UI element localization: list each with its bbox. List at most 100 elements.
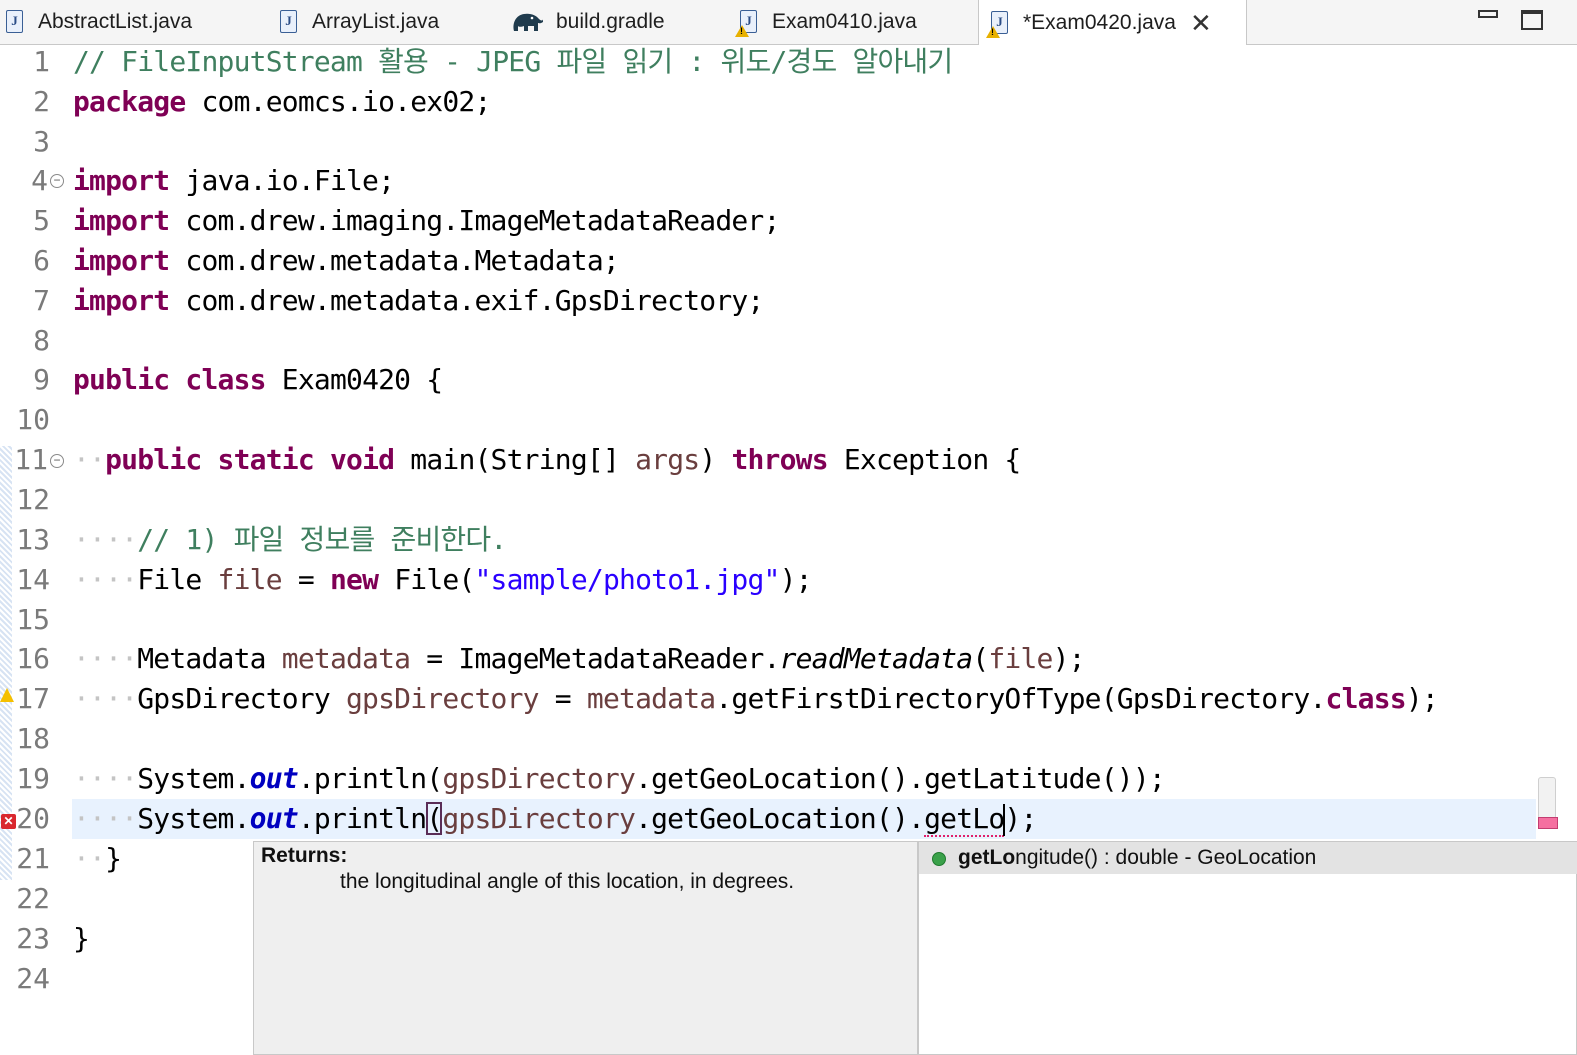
static-field: out <box>249 762 299 795</box>
keyword: throws <box>731 443 828 476</box>
fold-collapse-icon[interactable]: − <box>50 174 64 188</box>
code-text: = <box>297 563 315 596</box>
code-line-20: ····System.out.println(gpsDirectory.getG… <box>73 802 1037 837</box>
line-number: 5 <box>33 204 50 237</box>
keyword: import <box>73 204 170 237</box>
line-number: 16 <box>16 642 50 675</box>
code-text: Exception { <box>843 443 1021 476</box>
warning-icon[interactable] <box>0 688 14 702</box>
keyword: public <box>105 443 202 476</box>
code-line-4: import java.io.File; <box>73 161 395 201</box>
tab-label: build.gradle <box>556 10 665 33</box>
line-number: 18 <box>16 722 50 755</box>
keyword: import <box>73 284 170 317</box>
code-text: .getFirstDirectoryOfType(GpsDirectory. <box>715 682 1326 715</box>
minimize-icon[interactable] <box>1478 10 1498 18</box>
code-line-6: import com.drew.metadata.Metadata; <box>73 241 620 281</box>
code-text: ) <box>699 443 716 476</box>
proposal-match: getLo <box>958 846 1016 869</box>
keyword: import <box>73 244 170 277</box>
editor-tab-bar: J AbstractList.java J ArrayList.java bui… <box>0 0 1577 45</box>
overview-ruler-thumb[interactable] <box>1538 777 1556 819</box>
overview-ruler-error-marker[interactable] <box>1538 817 1558 829</box>
variable: file <box>217 563 283 596</box>
variable: gpsDirectory <box>442 762 636 795</box>
code-line-14: ····File file = new File("sample/photo1.… <box>73 563 813 596</box>
line-number: 8 <box>33 324 50 357</box>
line-number: 9 <box>33 363 50 396</box>
string-literal: "sample/photo1.jpg" <box>474 563 781 596</box>
code-text: ); <box>1052 642 1086 675</box>
line-number: 2 <box>33 85 50 118</box>
javadoc-popup[interactable]: Returns: the longitudinal angle of this … <box>253 841 918 1055</box>
variable: file <box>988 642 1053 675</box>
java-file-icon: J <box>4 9 26 35</box>
line-number: 21 <box>16 842 50 875</box>
code-text: ( <box>972 642 989 675</box>
proposal-item[interactable]: getLongitude() : double - GeoLocation <box>919 842 1577 874</box>
keyword: import <box>73 164 170 197</box>
tab-label: Exam0410.java <box>772 10 917 33</box>
code-text: com.drew.imaging.ImageMetadataReader; <box>185 204 780 237</box>
code-line-23: } <box>73 919 90 959</box>
code-line-17: ····GpsDirectory gpsDirectory = metadata… <box>73 682 1439 715</box>
variable: metadata <box>586 682 716 715</box>
line-number: 22 <box>16 882 50 915</box>
variable: gpsDirectory <box>346 682 540 715</box>
line-number: 13 <box>16 523 50 556</box>
code-text: = <box>554 682 572 715</box>
code-text: ); <box>779 563 813 596</box>
variable: args <box>635 443 700 476</box>
javadoc-returns-text: the longitudinal angle of this location,… <box>340 870 795 893</box>
java-file-warning-icon: J <box>735 9 760 37</box>
gradle-elephant-icon <box>510 9 544 35</box>
error-icon[interactable]: ✕ <box>1 814 16 829</box>
tab-arraylist[interactable]: J ArrayList.java <box>278 0 439 44</box>
close-tab-icon[interactable]: ✕ <box>1190 10 1212 36</box>
javadoc-returns-title: Returns: <box>261 844 348 867</box>
code-line-21: ··} <box>73 842 122 875</box>
line-number: 6 <box>33 244 50 277</box>
tab-label: *Exam0420.java <box>1023 10 1176 34</box>
tab-exam0410[interactable]: J Exam0410.java <box>735 0 917 44</box>
code-text: java.io.File; <box>185 164 395 197</box>
proposal-label: getLongitude() : double - GeoLocation <box>958 846 1316 870</box>
tab-build-gradle[interactable]: build.gradle <box>510 0 665 44</box>
keyword: new <box>329 563 379 596</box>
code-text: Metadata <box>137 642 266 675</box>
tab-label: AbstractList.java <box>38 10 193 33</box>
line-number: 12 <box>16 483 50 516</box>
code-text: System. <box>137 802 250 835</box>
static-field: out <box>249 802 299 835</box>
line-number: 14 <box>16 563 50 596</box>
code-text: .getGeoLocation(). <box>635 802 925 835</box>
tab-abstractlist[interactable]: J AbstractList.java <box>4 0 192 44</box>
line-number: 3 <box>33 125 50 158</box>
line-number: 23 <box>16 922 50 955</box>
maximize-icon[interactable] <box>1521 10 1543 30</box>
keyword: public <box>73 363 170 396</box>
line-number: 1 <box>33 45 50 78</box>
code-text: File( <box>394 563 475 596</box>
code-line-11: ··public static void main(String[] args)… <box>73 443 1021 476</box>
keyword: void <box>329 443 395 476</box>
java-file-warning-icon: J <box>986 10 1011 38</box>
code-text: GpsDirectory <box>137 682 331 715</box>
line-number: 24 <box>16 962 50 995</box>
code-text: com.drew.metadata.exif.GpsDirectory; <box>185 284 764 317</box>
tab-exam0420[interactable]: J *Exam0420.java ✕ <box>978 0 1247 45</box>
code-line-1: // FileInputStream 활용 - JPEG 파일 읽기 : 위도/… <box>73 45 953 78</box>
code-text: main(String[] <box>410 443 620 476</box>
keyword: class <box>185 363 266 396</box>
keyword: class <box>1325 682 1407 715</box>
code-text: File <box>137 563 202 596</box>
code-text: com.drew.metadata.Metadata; <box>185 244 619 277</box>
keyword: static <box>217 443 315 476</box>
matching-bracket: ( <box>426 802 443 835</box>
code-line-16: ····Metadata metadata = ImageMetadataRea… <box>73 642 1086 675</box>
variable: metadata <box>281 642 411 675</box>
code-line-2: package com.eomcs.io.ex02; <box>73 82 491 122</box>
content-assist-popup[interactable]: getLongitude() : double - GeoLocation <box>918 841 1577 1055</box>
fold-collapse-icon[interactable]: − <box>50 454 64 468</box>
line-number: 11 <box>14 443 48 476</box>
